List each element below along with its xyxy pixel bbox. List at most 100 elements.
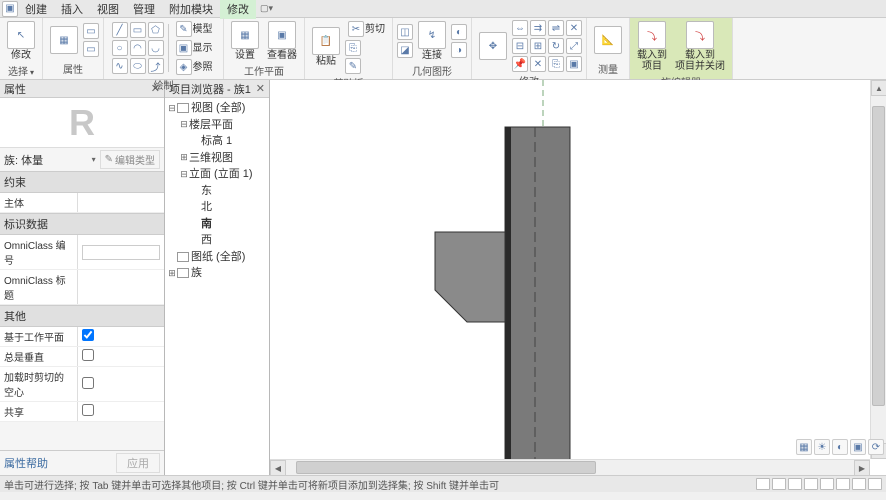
load-close-button[interactable]: ⤵ 载入到 项目并关闭 — [672, 20, 728, 73]
tree-north[interactable]: 北 — [167, 199, 267, 216]
tree-floorplans[interactable]: ⊟楼层平面 — [167, 117, 267, 134]
view-control-icon[interactable]: ☀ — [814, 439, 830, 455]
poly-icon[interactable]: ⬠ — [148, 22, 164, 38]
line-icon[interactable]: ╱ — [112, 22, 128, 38]
ellipse-icon[interactable]: ⬭ — [130, 58, 146, 74]
paste-button[interactable]: 📋 粘贴 — [309, 26, 343, 68]
tree-south[interactable]: 南 — [167, 216, 267, 233]
delete-icon[interactable]: ✕ — [530, 56, 546, 72]
scroll-left-icon[interactable]: ◀ — [270, 460, 286, 476]
connect-button[interactable]: ↯ 连接 — [415, 20, 449, 62]
tree-west[interactable]: 西 — [167, 232, 267, 249]
geom2-icon[interactable]: ◑ — [451, 42, 467, 58]
set-workplane-button[interactable]: ▦ 设置 — [228, 20, 262, 62]
arc3pt-icon[interactable]: ◡ — [148, 40, 164, 56]
properties-help-link[interactable]: 属性帮助 — [4, 455, 48, 471]
hscroll-thumb[interactable] — [296, 461, 596, 474]
tray-icon[interactable] — [836, 478, 850, 490]
select-group-label[interactable]: 选择 — [8, 62, 34, 79]
menu-manage[interactable]: 管理 — [126, 0, 162, 19]
menu-addins[interactable]: 附加模块 — [162, 0, 220, 19]
apply-button[interactable]: 应用 — [116, 453, 160, 473]
menu-modify[interactable]: 修改 — [220, 0, 256, 19]
modify-tool-button[interactable]: ↖ 修改 — [4, 20, 38, 62]
join-icon[interactable]: ◫ — [397, 24, 413, 40]
model-button[interactable]: ✎模型 — [173, 20, 216, 38]
vscroll-thumb[interactable] — [872, 106, 885, 406]
circle-icon[interactable]: ○ — [112, 40, 128, 56]
tree-3dviews[interactable]: ⊞三维视图 — [167, 150, 267, 167]
array-icon[interactable]: ⊞ — [530, 38, 546, 54]
scroll-right-icon[interactable]: ▶ — [854, 460, 870, 476]
pin-icon[interactable]: 📌 — [512, 56, 528, 72]
group-icon[interactable]: ▣ — [566, 56, 582, 72]
family-dropdown-icon[interactable]: ▾ — [92, 155, 96, 164]
edit-type-button[interactable]: ✎编辑类型 — [100, 150, 160, 169]
ribbon-group-properties: ▦ ▭ ▭ 属性 — [43, 18, 104, 79]
horizontal-scrollbar[interactable]: ◀ ▶ — [270, 459, 870, 475]
menu-create[interactable]: 创建 — [18, 0, 54, 19]
arc-icon[interactable]: ◠ — [130, 40, 146, 56]
menu-insert[interactable]: 插入 — [54, 0, 90, 19]
tree-elevations[interactable]: ⊟立面 (立面 1) — [167, 166, 267, 183]
vertical-scrollbar[interactable]: ▲ ▼ — [870, 80, 886, 459]
scale-icon[interactable]: ⤢ — [566, 38, 582, 54]
tray-icon[interactable] — [868, 478, 882, 490]
always-vertical-checkbox[interactable] — [82, 349, 94, 361]
tray-icon[interactable] — [756, 478, 770, 490]
expand-icon[interactable]: ⊞ — [179, 151, 189, 165]
align-icon[interactable]: ⇔ — [512, 20, 528, 36]
tree-level1[interactable]: 标高 1 — [167, 133, 267, 150]
load-into-project-button[interactable]: ⤵ 载入到 项目 — [634, 20, 670, 73]
tray-icon[interactable] — [820, 478, 834, 490]
void-cut-checkbox[interactable] — [82, 377, 94, 389]
ribbon-toggle-icon[interactable]: ▢▾ — [260, 3, 273, 14]
tree-views[interactable]: ⊟视图 (全部) — [167, 100, 267, 117]
geom1-icon[interactable]: ◐ — [451, 24, 467, 40]
split-icon[interactable]: ⊟ — [512, 38, 528, 54]
omniclass-num-input[interactable] — [82, 245, 160, 260]
menu-view[interactable]: 视图 — [90, 0, 126, 19]
mirror-icon[interactable]: ⇌ — [548, 20, 564, 36]
copy-icon[interactable]: ⎘ — [345, 40, 361, 56]
move-button[interactable]: ✥ — [476, 31, 510, 61]
expand-icon[interactable]: ⊞ — [167, 267, 177, 281]
family-props-icon[interactable]: ▭ — [83, 41, 99, 57]
view-control-icon[interactable]: ▣ — [850, 439, 866, 455]
tree-families[interactable]: ⊞族 — [167, 265, 267, 282]
properties-button[interactable]: ▦ — [47, 25, 81, 55]
tray-icon[interactable] — [804, 478, 818, 490]
rect-icon[interactable]: ▭ — [130, 22, 146, 38]
pick-icon[interactable]: ⤴ — [148, 58, 164, 74]
trim-icon[interactable]: ✕ — [566, 20, 582, 36]
drawing-canvas[interactable]: 1 : 200 ▲ ▼ ◀ ▶ ▦ ☀ ◐ ▣ ⟳ — [270, 80, 886, 475]
spline-icon[interactable]: ∿ — [112, 58, 128, 74]
scroll-up-icon[interactable]: ▲ — [871, 80, 886, 96]
tray-icon[interactable] — [788, 478, 802, 490]
tray-icon[interactable] — [852, 478, 866, 490]
unjoin-icon[interactable]: ◪ — [397, 42, 413, 58]
view-control-icon[interactable]: ⟳ — [868, 439, 884, 455]
offset-icon[interactable]: ⇉ — [530, 20, 546, 36]
tray-icon[interactable] — [772, 478, 786, 490]
shared-checkbox[interactable] — [82, 404, 94, 416]
collapse-icon[interactable]: ⊟ — [179, 118, 189, 132]
rotate-icon[interactable]: ↻ — [548, 38, 564, 54]
workplane-based-checkbox[interactable] — [82, 329, 94, 341]
family-thumbnail: R — [0, 98, 164, 148]
measure-button[interactable]: 📐 — [591, 25, 625, 55]
collapse-icon[interactable]: ⊟ — [179, 168, 189, 182]
ref-button[interactable]: ◈参照 — [173, 58, 216, 76]
browser-close-icon[interactable]: ✕ — [256, 82, 265, 95]
view-control-icon[interactable]: ▦ — [796, 439, 812, 455]
collapse-icon[interactable]: ⊟ — [167, 102, 177, 116]
type-props-icon[interactable]: ▭ — [83, 23, 99, 39]
viewer-button[interactable]: ▣ 查看器 — [264, 20, 300, 62]
copy-mod-icon[interactable]: ⎘ — [548, 56, 564, 72]
match-icon[interactable]: ✎ — [345, 58, 361, 74]
view-control-icon[interactable]: ◐ — [832, 439, 848, 455]
tree-sheets[interactable]: 图纸 (全部) — [167, 249, 267, 266]
tree-east[interactable]: 东 — [167, 183, 267, 200]
cut-button[interactable]: ✂剪切 — [345, 20, 388, 38]
show-button[interactable]: ▣显示 — [173, 39, 216, 57]
